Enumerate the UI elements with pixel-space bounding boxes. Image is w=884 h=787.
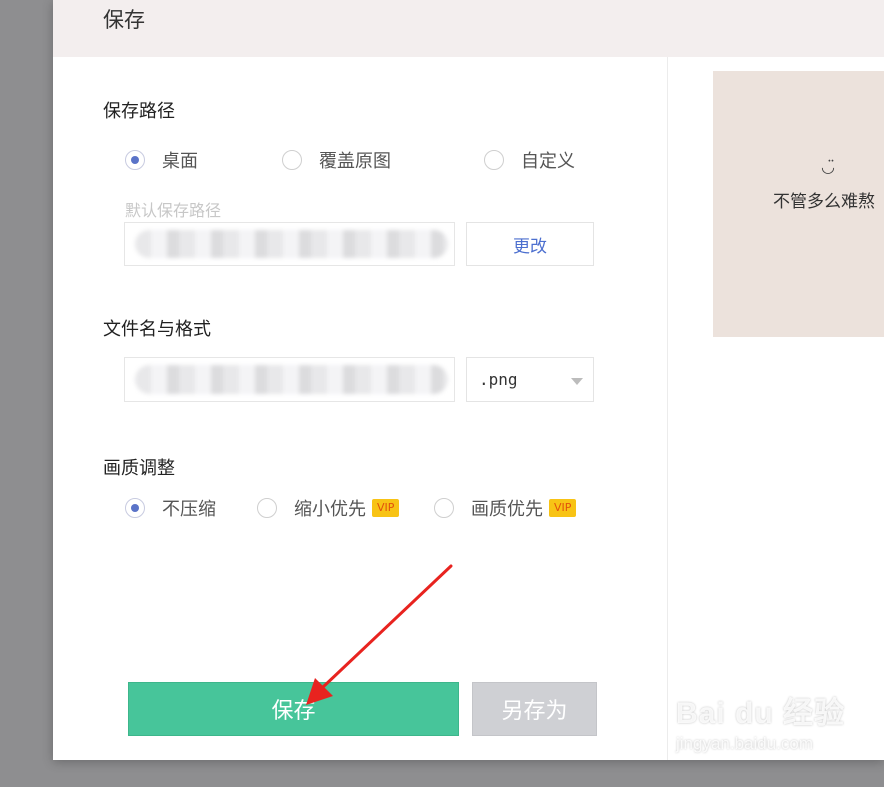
dialog-header: 保存 bbox=[53, 0, 884, 57]
radio-custom[interactable]: 自定义 bbox=[484, 147, 575, 173]
vip-badge: VIP bbox=[549, 499, 577, 517]
image-preview: ◡̈ 不管多么难熬 bbox=[713, 71, 884, 337]
quality-title: 画质调整 bbox=[103, 458, 175, 479]
radio-desktop[interactable]: 桌面 bbox=[125, 147, 198, 173]
radio-no-compress-label: 不压缩 bbox=[162, 499, 216, 520]
vip-badge: VIP bbox=[372, 499, 400, 517]
preview-text: 不管多么难熬 bbox=[773, 192, 875, 212]
save-path-title: 保存路径 bbox=[103, 101, 175, 122]
dialog-title: 保存 bbox=[103, 8, 145, 32]
watermark-url: jingyan.baidu.com bbox=[676, 734, 814, 753]
save-path-input[interactable] bbox=[124, 222, 455, 266]
format-value: .png bbox=[479, 370, 518, 389]
radio-size-priority-label: 缩小优先 bbox=[294, 499, 366, 520]
pane-divider bbox=[667, 57, 668, 760]
radio-quality-priority[interactable]: 画质优先 VIP bbox=[434, 495, 577, 521]
radio-circle bbox=[434, 498, 454, 518]
radio-circle bbox=[282, 150, 302, 170]
save-as-button[interactable]: 另存为 bbox=[472, 682, 597, 736]
default-path-label: 默认保存路径 bbox=[125, 201, 222, 220]
baidu-watermark: Bai du 经验 jingyan.baidu.com bbox=[676, 688, 845, 754]
radio-circle bbox=[484, 150, 504, 170]
radio-circle bbox=[257, 498, 277, 518]
watermark-logo: Bai du 经验 bbox=[676, 697, 846, 730]
radio-custom-label: 自定义 bbox=[521, 151, 575, 172]
format-select[interactable]: .png bbox=[466, 357, 594, 402]
file-name-title: 文件名与格式 bbox=[103, 319, 211, 340]
radio-circle bbox=[125, 498, 145, 518]
preview-smile: ◡̈ bbox=[821, 157, 835, 176]
radio-overwrite-label: 覆盖原图 bbox=[319, 151, 391, 172]
radio-quality-priority-label: 画质优先 bbox=[471, 499, 543, 520]
blurred-file-name bbox=[135, 365, 448, 394]
save-button[interactable]: 保存 bbox=[128, 682, 459, 736]
radio-size-priority[interactable]: 缩小优先 VIP bbox=[257, 495, 400, 521]
radio-circle bbox=[125, 150, 145, 170]
blurred-path-text bbox=[135, 230, 448, 258]
save-dialog: 保存 保存路径 桌面 覆盖原图 自定义 默认保存路径 更改 文件名与格式 .pn… bbox=[53, 0, 884, 760]
caret-down-icon bbox=[571, 378, 583, 385]
change-path-button[interactable]: 更改 bbox=[466, 222, 594, 266]
radio-overwrite[interactable]: 覆盖原图 bbox=[282, 147, 391, 173]
radio-desktop-label: 桌面 bbox=[162, 151, 198, 172]
radio-no-compress[interactable]: 不压缩 bbox=[125, 495, 216, 521]
file-name-input[interactable] bbox=[124, 357, 455, 402]
